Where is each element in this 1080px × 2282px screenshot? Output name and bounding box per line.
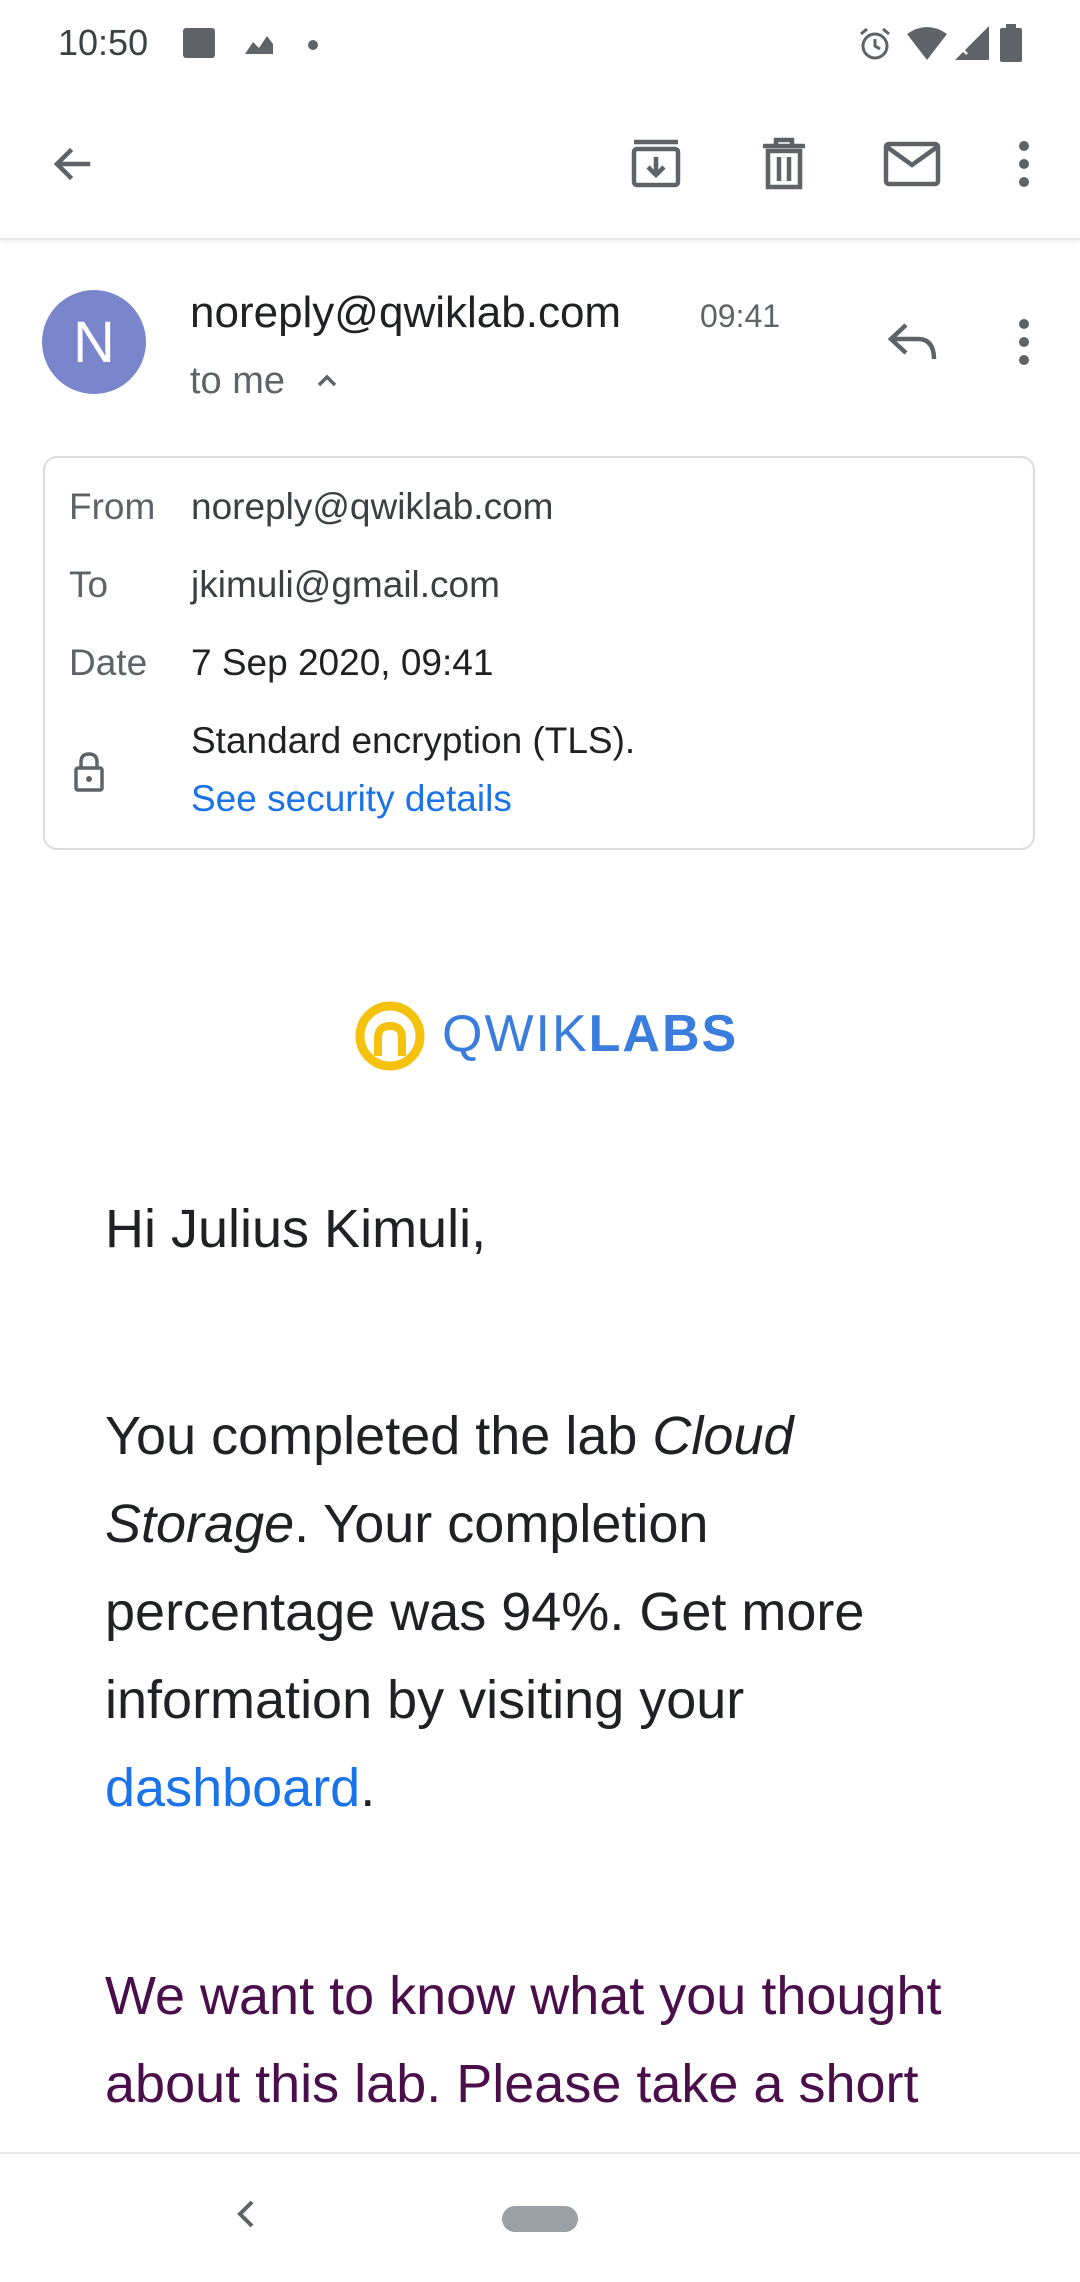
- message-toolbar: [0, 90, 1080, 240]
- back-button[interactable]: [36, 128, 108, 200]
- security-details-link[interactable]: See security details: [191, 778, 512, 820]
- dashboard-link[interactable]: dashboard: [105, 1758, 360, 1818]
- from-value: noreply@qwiklab.com: [191, 486, 554, 527]
- reply-icon: [887, 323, 937, 360]
- from-label: From: [69, 486, 156, 527]
- message-more-button[interactable]: [1000, 306, 1048, 378]
- wifi-icon: [907, 27, 947, 60]
- chart-icon: [245, 36, 273, 54]
- archive-icon: [631, 139, 681, 188]
- image-icon: [183, 28, 215, 58]
- lock-icon: [74, 752, 104, 792]
- date-value: 7 Sep 2020, 09:41: [191, 642, 494, 683]
- sender-name: noreply@qwiklab.com: [190, 288, 622, 337]
- more-vert-icon: [1019, 319, 1029, 365]
- system-nav-bar: [0, 2152, 1080, 2282]
- message-details-card: From noreply@qwiklab.com To jkimuli@gmai…: [43, 456, 1035, 850]
- qwiklabs-wordmark: QWIKLABS: [442, 1005, 739, 1063]
- security-text: Standard encryption (TLS).: [191, 720, 636, 761]
- dot-icon: [308, 40, 318, 50]
- to-value: jkimuli@gmail.com: [191, 564, 500, 605]
- to-label: To: [69, 564, 109, 605]
- more-vert-icon: [1019, 141, 1029, 187]
- message-time: 09:41: [700, 298, 781, 334]
- home-pill[interactable]: [502, 2206, 578, 2232]
- signal-icon: [955, 26, 989, 60]
- delete-button[interactable]: [748, 128, 820, 200]
- qwiklabs-logo-icon: [355, 1001, 425, 1071]
- nav-back-icon[interactable]: [226, 2190, 266, 2238]
- avatar[interactable]: N: [42, 290, 146, 394]
- battery-icon: [1000, 24, 1022, 62]
- completion-paragraph: You completed the lab Cloud Storage. You…: [105, 1406, 865, 1818]
- date-label: Date: [69, 642, 148, 683]
- reply-button[interactable]: [876, 306, 948, 378]
- alarm-icon: [860, 27, 890, 60]
- mark-unread-button[interactable]: [876, 128, 948, 200]
- status-bar: 10:50: [0, 0, 1080, 90]
- back-arrow-icon: [53, 147, 91, 181]
- archive-button[interactable]: [620, 128, 692, 200]
- recipients-toggle[interactable]: to me: [190, 360, 285, 403]
- greeting: Hi Julius Kimuli,: [105, 1199, 487, 1259]
- status-time: 10:50: [58, 22, 149, 63]
- qwiklabs-logo: QWIKLABS: [354, 998, 738, 1078]
- mark-unread-icon: [883, 141, 941, 187]
- more-options-button[interactable]: [1000, 128, 1048, 200]
- chevron-up-icon[interactable]: [312, 366, 342, 396]
- delete-icon: [763, 137, 805, 190]
